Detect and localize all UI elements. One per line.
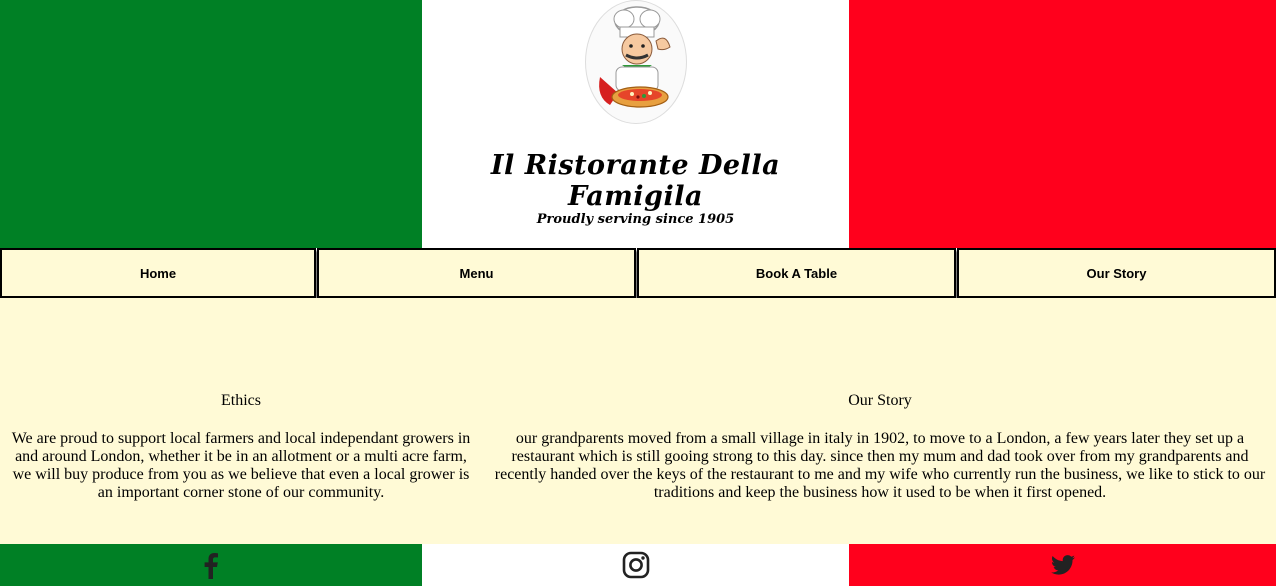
our-story-section: Our Story our grandparents moved from a … bbox=[484, 392, 1276, 502]
nav-menu-button[interactable]: Menu bbox=[317, 248, 636, 298]
main-navigation: Home Menu Book A Table Our Story bbox=[0, 248, 1276, 298]
nav-home-button[interactable]: Home bbox=[0, 248, 316, 298]
flag-green-panel bbox=[0, 0, 422, 248]
main-content: Ethics We are proud to support local far… bbox=[0, 298, 1276, 544]
ethics-heading: Ethics bbox=[221, 392, 261, 409]
chef-logo-icon bbox=[585, 0, 687, 124]
our-story-heading: Our Story bbox=[848, 392, 912, 409]
ethics-text: We are proud to support local farmers an… bbox=[11, 430, 471, 501]
flag-white-panel: Il Ristorante Della Famigila Proudly ser… bbox=[422, 0, 849, 248]
ethics-section: Ethics We are proud to support local far… bbox=[0, 392, 482, 502]
flag-red-panel bbox=[849, 0, 1276, 248]
nav-our-story-button[interactable]: Our Story bbox=[957, 248, 1276, 298]
instagram-icon[interactable] bbox=[622, 551, 650, 579]
restaurant-title: Il Ristorante Della Famigila bbox=[490, 150, 781, 212]
footer-red-cell bbox=[849, 544, 1276, 586]
header-banner: Il Ristorante Della Famigila Proudly ser… bbox=[0, 0, 1276, 248]
facebook-icon[interactable] bbox=[197, 551, 225, 579]
footer-green-cell bbox=[0, 544, 422, 586]
footer bbox=[0, 544, 1276, 586]
footer-white-cell bbox=[422, 544, 849, 586]
twitter-icon[interactable] bbox=[1049, 551, 1077, 579]
restaurant-tagline: Proudly serving since 1905 bbox=[536, 212, 735, 227]
nav-book-a-table-button[interactable]: Book A Table bbox=[637, 248, 956, 298]
our-story-text: our grandparents moved from a small vill… bbox=[494, 430, 1266, 501]
